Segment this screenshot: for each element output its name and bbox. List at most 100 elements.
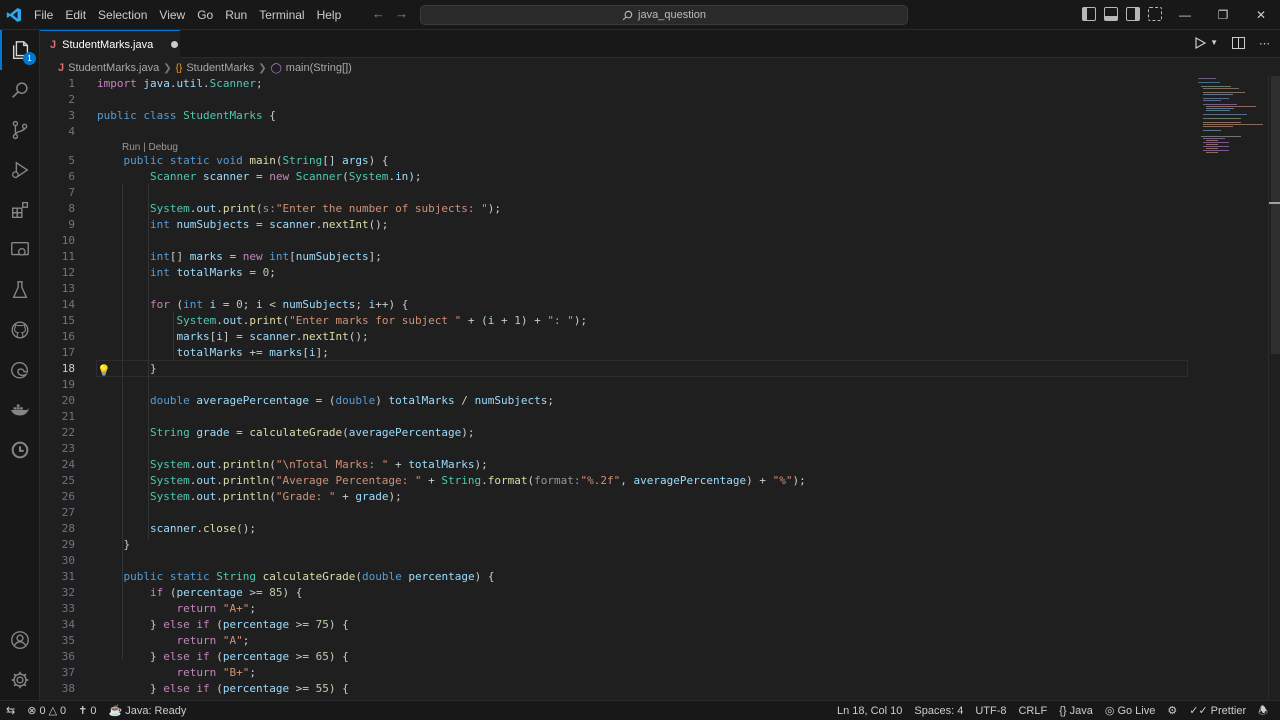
- run-debug-button[interactable]: [0, 150, 40, 190]
- end-of-line[interactable]: CRLF: [1012, 701, 1053, 720]
- remote-indicator[interactable]: ⇆: [0, 701, 21, 720]
- extensions-icon: [11, 201, 29, 219]
- copilot-status[interactable]: ⚙: [1161, 701, 1183, 720]
- error-count: 0: [39, 705, 46, 717]
- customize-layout-icon[interactable]: [1148, 7, 1162, 21]
- minimap-line: [1203, 124, 1263, 125]
- edge-icon: [11, 361, 29, 379]
- ports-indicator[interactable]: ✝ 0: [72, 701, 102, 720]
- menu-bar: File Edit Selection View Go Run Terminal…: [28, 0, 347, 30]
- minimap-line: [1203, 114, 1247, 115]
- double-check-icon: ✓✓: [1189, 705, 1208, 717]
- problems-indicator[interactable]: ⊗ 0 △ 0: [21, 701, 72, 720]
- navigation-arrows: ← →: [372, 6, 408, 21]
- method-symbol-icon: ◯: [270, 62, 282, 74]
- search-icon: [622, 10, 633, 20]
- broadcast-icon: ✝: [78, 705, 88, 717]
- forward-arrow-icon[interactable]: →: [395, 6, 408, 21]
- minimap[interactable]: [1190, 76, 1268, 700]
- breadcrumb-method[interactable]: main(String[]): [286, 62, 352, 74]
- split-editor-icon[interactable]: [1232, 37, 1245, 49]
- run-java-icon[interactable]: [1195, 37, 1207, 49]
- copilot-icon: ⚙: [1167, 705, 1178, 717]
- cursor-position[interactable]: Ln 18, Col 10: [831, 701, 908, 720]
- menu-file[interactable]: File: [28, 0, 59, 30]
- tab-studentmarks-java[interactable]: J StudentMarks.java: [40, 30, 180, 58]
- breadcrumb-file[interactable]: StudentMarks.java: [68, 62, 159, 74]
- extensions-button[interactable]: [0, 190, 40, 230]
- minimap-line: [1203, 126, 1233, 127]
- edge-devtools-button[interactable]: [0, 350, 40, 390]
- code-line-current: 18 💡 }: [61, 362, 157, 377]
- minimap-line: [1203, 100, 1221, 101]
- minimap-line: [1203, 122, 1241, 123]
- language-mode[interactable]: {} Java: [1053, 701, 1099, 720]
- menu-terminal[interactable]: Terminal: [253, 0, 310, 30]
- notifications-button[interactable]: 🕭: [1252, 701, 1274, 720]
- window-controls: — ❐ ✕: [1166, 0, 1280, 30]
- minimap-line: [1203, 88, 1239, 89]
- menu-run[interactable]: Run: [219, 0, 253, 30]
- manage-button[interactable]: [0, 660, 40, 700]
- search-view-button[interactable]: [0, 70, 40, 110]
- bell-icon: 🕭: [1258, 705, 1268, 717]
- toggle-primary-sidebar-icon[interactable]: [1082, 7, 1096, 21]
- run-debug-icon: [12, 161, 29, 179]
- explorer-button[interactable]: 1: [0, 30, 40, 70]
- indentation[interactable]: Spaces: 4: [908, 701, 969, 720]
- minimap-line: [1203, 138, 1225, 139]
- breadcrumb-class[interactable]: StudentMarks: [186, 62, 254, 74]
- layout-controls: [1082, 7, 1162, 21]
- braces-icon: {}: [1059, 705, 1067, 717]
- java-file-icon: J: [58, 62, 65, 74]
- back-arrow-icon[interactable]: ←: [372, 6, 385, 21]
- editor-actions: ▼ ⋯: [1195, 37, 1270, 50]
- menu-selection[interactable]: Selection: [92, 0, 153, 30]
- chevron-right-icon: ❯: [258, 62, 267, 74]
- toggle-panel-icon[interactable]: [1104, 7, 1118, 21]
- activity-bar: 1: [0, 30, 40, 700]
- close-icon[interactable]: ✕: [1242, 0, 1280, 30]
- gitlens-button[interactable]: [0, 430, 40, 470]
- go-live-button[interactable]: ◎ Go Live: [1099, 701, 1162, 720]
- command-center-search[interactable]: java_question: [420, 5, 908, 25]
- menu-go[interactable]: Go: [191, 0, 219, 30]
- search-icon: [12, 82, 28, 98]
- error-icon: ⊗: [27, 705, 37, 717]
- source-control-button[interactable]: [0, 110, 40, 150]
- minimap-line: [1198, 78, 1216, 79]
- settings-gear-icon: [11, 671, 29, 689]
- prettier-status[interactable]: ✓✓ Prettier: [1183, 701, 1252, 720]
- testing-button[interactable]: [0, 270, 40, 310]
- ports-count: 0: [90, 705, 97, 717]
- encoding[interactable]: UTF-8: [969, 701, 1012, 720]
- menu-help[interactable]: Help: [311, 0, 348, 30]
- remote-explorer-button[interactable]: [0, 230, 40, 270]
- github-button[interactable]: [0, 310, 40, 350]
- java-file-icon: J: [50, 38, 57, 51]
- code-editor[interactable]: 1 import java.util.Scanner; 2 3 public cla…: [40, 76, 1190, 700]
- accounts-button[interactable]: [0, 620, 40, 660]
- minimap-line: [1203, 92, 1245, 93]
- more-actions-icon[interactable]: ⋯: [1259, 37, 1270, 50]
- source-control-icon: [12, 120, 28, 140]
- scrollbar-thumb[interactable]: [1271, 76, 1280, 354]
- run-dropdown-chevron-icon[interactable]: ▼: [1210, 38, 1218, 50]
- minimap-line: [1201, 136, 1241, 137]
- menu-edit[interactable]: Edit: [59, 0, 92, 30]
- menu-view[interactable]: View: [153, 0, 191, 30]
- unsaved-dot-icon[interactable]: [171, 41, 179, 48]
- minimap-line: [1203, 142, 1229, 143]
- chevron-right-icon: ❯: [163, 62, 172, 74]
- class-symbol-icon: {}: [175, 62, 183, 74]
- restore-icon[interactable]: ❐: [1204, 0, 1242, 30]
- vertical-scrollbar[interactable]: [1268, 76, 1280, 700]
- toggle-secondary-sidebar-icon[interactable]: [1126, 7, 1140, 21]
- minimize-icon[interactable]: —: [1166, 0, 1204, 30]
- java-status-label: Java: Ready: [125, 705, 187, 717]
- minimap-line: [1203, 146, 1229, 147]
- java-status[interactable]: ☕ Java: Ready: [103, 701, 193, 720]
- testing-icon: [12, 281, 28, 299]
- minimap-line: [1198, 82, 1220, 83]
- docker-button[interactable]: [0, 390, 40, 430]
